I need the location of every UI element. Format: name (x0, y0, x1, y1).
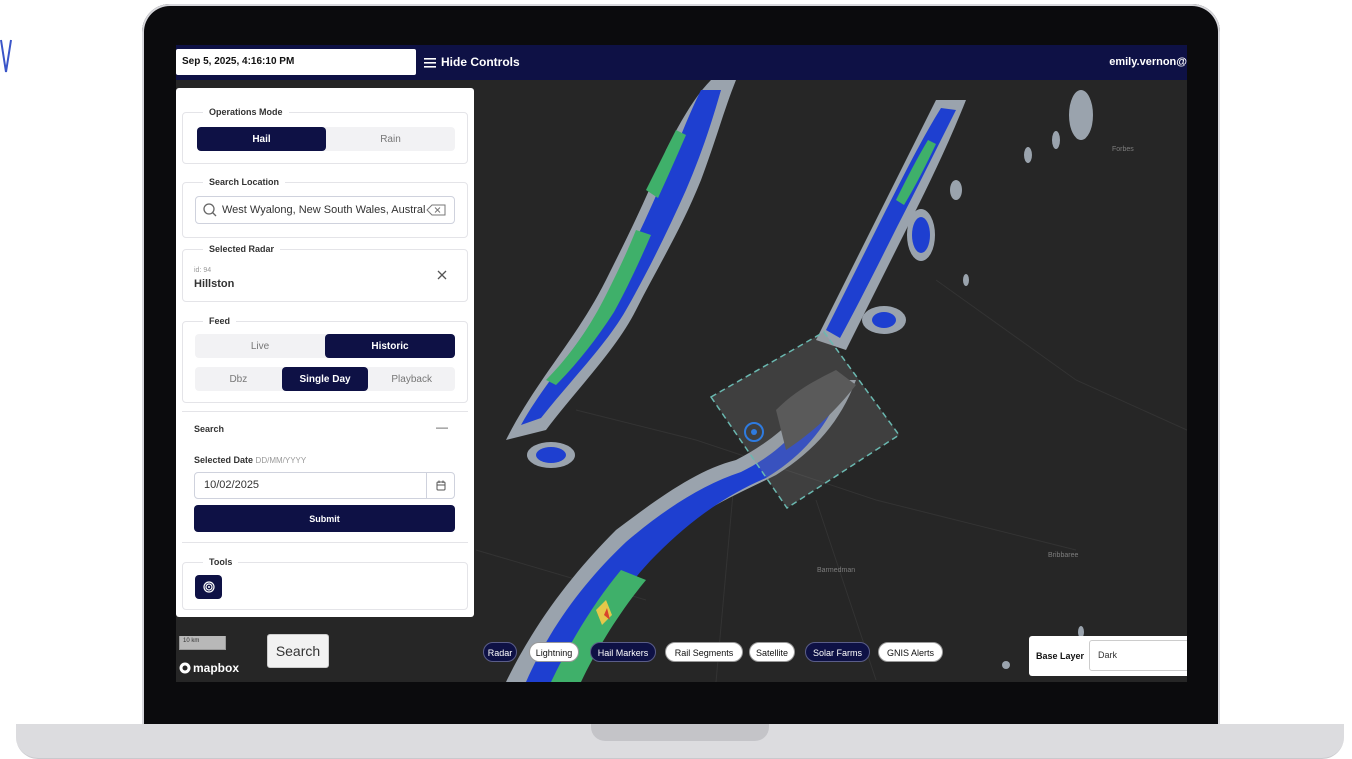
feed-historic-button[interactable]: Historic (325, 334, 455, 358)
feed-source-toggle: Live Historic (195, 334, 455, 358)
layer-toggle-lightning[interactable]: Lightning (529, 642, 579, 662)
place-label-barmedman: Barmedman (817, 567, 856, 574)
place-label-forbes: Forbes (1112, 146, 1134, 153)
search-group: Search — Selected Date DD/MM/YYYY Submit (182, 411, 468, 543)
search-icon (203, 203, 217, 217)
mapbox-wordmark: mapbox (193, 661, 240, 675)
base-layer-select[interactable]: Dark (1089, 640, 1187, 671)
radar-id: id: 94 (194, 267, 212, 274)
mapbox-logo: mapbox (179, 661, 239, 675)
base-layer-label: Base Layer (1036, 651, 1085, 661)
calendar-icon (436, 480, 445, 491)
selected-radar-title: Selected Radar (203, 244, 281, 254)
radar-name: Hillston (194, 278, 235, 290)
mapbox-icon (179, 662, 191, 674)
user-name[interactable]: emily.vernon@ (1109, 45, 1187, 80)
controls-panel: Operations Mode Hail Rain Search Locatio… (176, 88, 474, 617)
calendar-button[interactable] (426, 473, 454, 498)
layer-toggle-solar-farms[interactable]: Solar Farms (805, 642, 870, 662)
feed-group: Feed Live Historic Dbz Single Day Playba… (182, 316, 468, 403)
datetime-display: Sep 5, 2025, 4:16:10 PM (176, 49, 416, 75)
submit-button[interactable]: Submit (194, 505, 455, 532)
feed-dbz-button[interactable]: Dbz (195, 367, 282, 391)
selected-date-text: Selected Date (194, 455, 254, 465)
operations-mode-toggle: Hail Rain (197, 127, 455, 151)
date-field (194, 472, 455, 499)
selected-date-label: Selected Date DD/MM/YYYY (194, 455, 306, 465)
selected-radar-group: Selected Radar id: 94 Hillston (182, 244, 468, 302)
mode-hail-button[interactable]: Hail (197, 127, 326, 151)
collapse-icon[interactable]: — (436, 420, 448, 434)
close-icon[interactable] (437, 270, 447, 280)
feed-mode-toggle: Dbz Single Day Playback (195, 367, 455, 391)
tools-title: Tools (203, 557, 239, 567)
hide-controls-label: Hide Controls (441, 55, 520, 69)
operations-mode-title: Operations Mode (203, 107, 289, 117)
clear-input-icon[interactable] (426, 204, 448, 216)
feed-title: Feed (203, 316, 237, 326)
date-input[interactable] (204, 479, 414, 491)
radar-echo-small (527, 442, 575, 468)
layer-toggle-gnis-alerts[interactable]: GNIS Alerts (878, 642, 943, 662)
location-search-input[interactable] (222, 204, 426, 216)
search-location-group: Search Location (182, 177, 468, 238)
layer-toggle-radar[interactable]: Radar (483, 642, 517, 662)
tools-group: Tools (182, 557, 468, 610)
laptop-notch (591, 724, 769, 741)
radar-rings-icon (202, 581, 215, 593)
place-label-bribbaree: Bribbaree (1048, 552, 1079, 559)
location-search-field (195, 196, 455, 224)
date-format-hint: DD/MM/YYYY (255, 456, 307, 465)
feed-live-button[interactable]: Live (195, 334, 325, 358)
corner-fragment (0, 39, 12, 73)
search-location-title: Search Location (203, 177, 286, 187)
layer-toggle-hail-markers[interactable]: Hail Markers (590, 642, 656, 662)
mode-rain-button[interactable]: Rain (326, 127, 455, 151)
layer-toggle-rail-segments[interactable]: Rail Segments (665, 642, 743, 662)
feed-playback-button[interactable]: Playback (368, 367, 455, 391)
map-search-button[interactable]: Search (267, 634, 329, 668)
search-title: Search (194, 424, 225, 434)
hide-controls-button[interactable]: Hide Controls (424, 45, 520, 80)
feed-single-day-button[interactable]: Single Day (281, 367, 369, 391)
app-screen: Forbes Barmedman Bribbaree Sep 5, 2025, … (176, 45, 1187, 682)
base-layer-control: Base Layer Dark (1029, 636, 1187, 676)
layer-toggle-satellite[interactable]: Satellite (749, 642, 795, 662)
radar-rings-tool-button[interactable] (195, 575, 222, 599)
map-scale-bar: 10 km (179, 636, 226, 650)
top-bar: Sep 5, 2025, 4:16:10 PM Hide Controls em… (176, 45, 1187, 80)
menu-icon (424, 57, 436, 68)
operations-mode-group: Operations Mode Hail Rain (182, 107, 468, 164)
